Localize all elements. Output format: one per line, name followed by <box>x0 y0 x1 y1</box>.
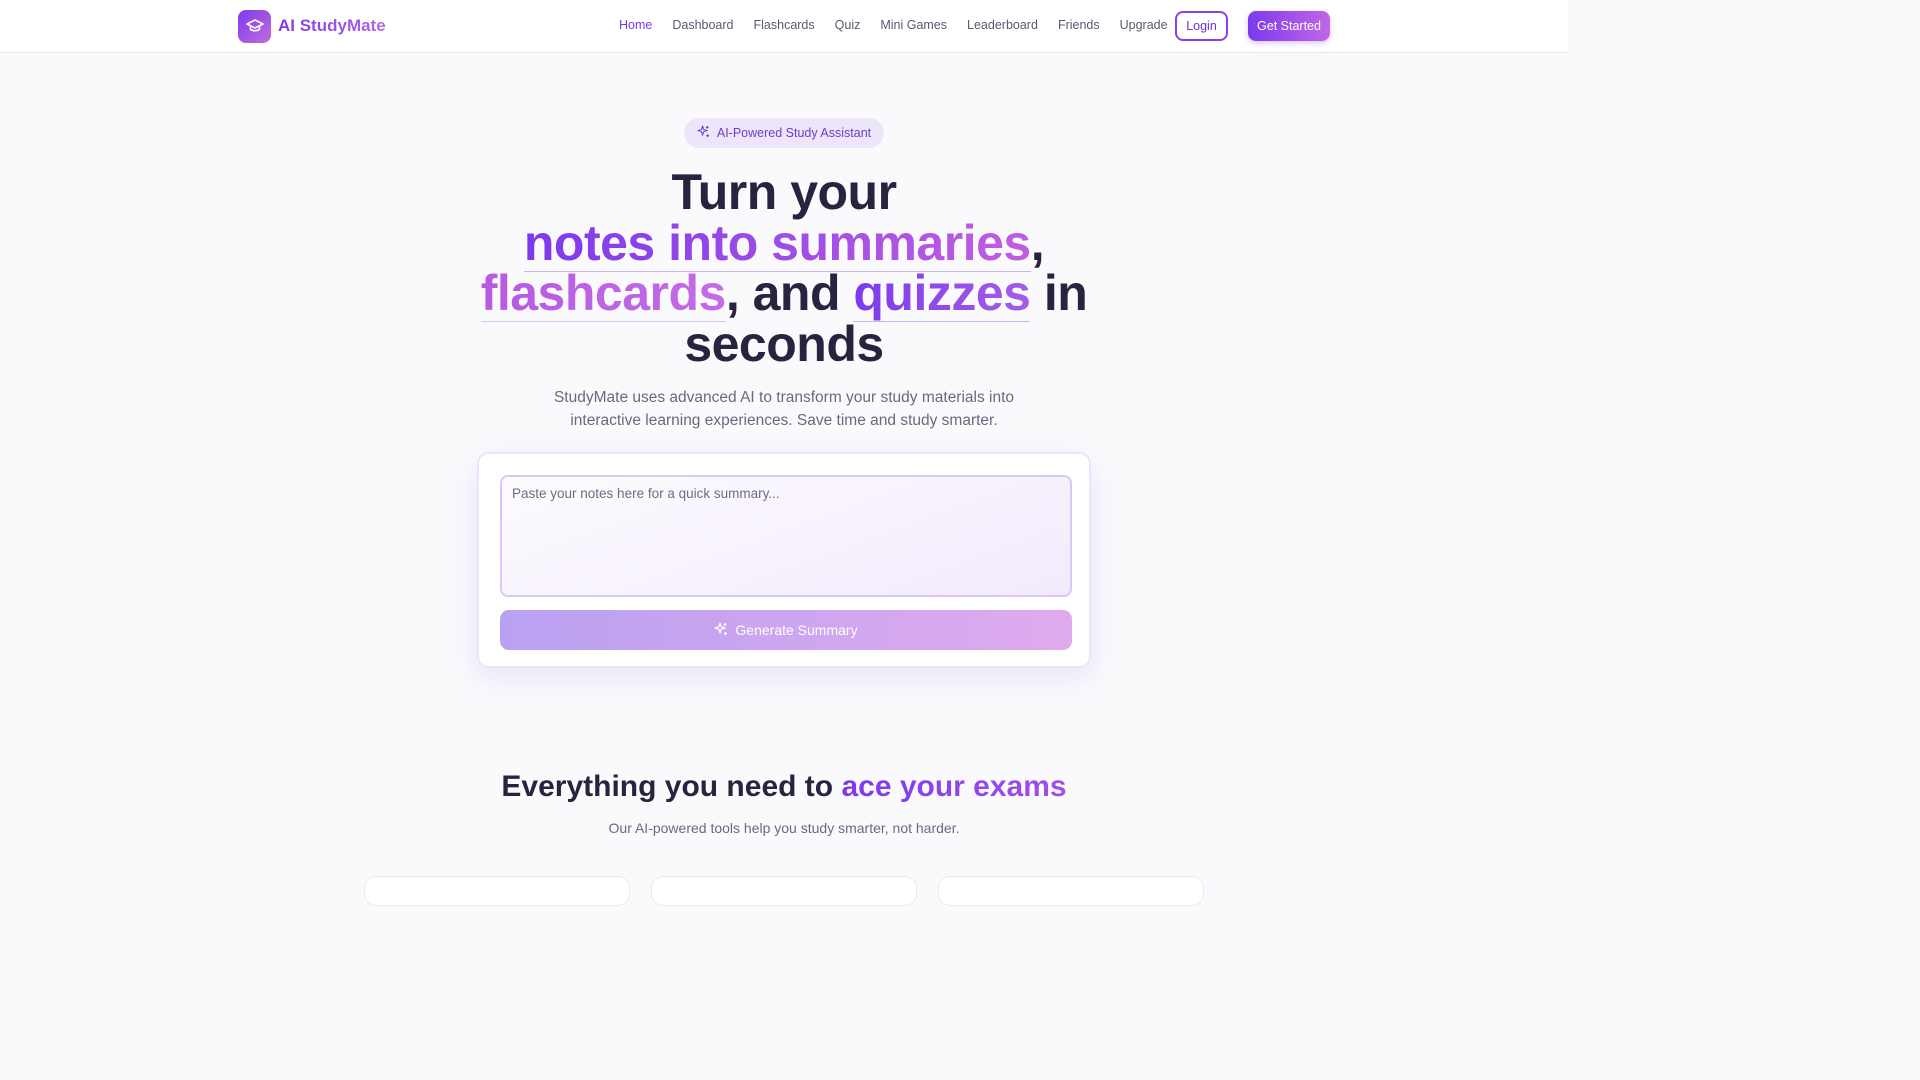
nav-home[interactable]: Home <box>619 18 652 32</box>
brand[interactable]: AI StudyMate <box>238 9 386 43</box>
generate-summary-label: Generate Summary <box>735 622 858 638</box>
features-title: Everything you need to ace your exams <box>0 770 1568 804</box>
features-title-prefix: Everything you need to <box>501 770 842 803</box>
sparkles-icon <box>714 621 728 639</box>
headline-line-4: seconds <box>684 316 884 372</box>
hero-subtitle: StudyMate uses advanced AI to transform … <box>553 389 1015 429</box>
nav-flashcards[interactable]: Flashcards <box>754 18 815 32</box>
top-navbar: AI StudyMate Home Dashboard Flashcards Q… <box>0 0 1568 53</box>
headline-highlight-flashcards: flashcards <box>480 265 726 322</box>
login-button[interactable]: Login <box>1175 11 1228 41</box>
headline-comma: , <box>1030 215 1045 271</box>
feature-card[interactable] <box>364 876 630 906</box>
get-started-button[interactable]: Get Started <box>1248 11 1330 41</box>
feature-card[interactable] <box>938 876 1204 906</box>
headline-line-3: flashcards, and quizzes in <box>0 264 1568 322</box>
features-subtitle: Our AI-powered tools help you study smar… <box>608 820 960 836</box>
headline-highlight-quizzes: quizzes <box>853 265 1031 322</box>
ai-badge-label: AI-Powered Study Assistant <box>716 126 872 140</box>
brand-name: AI StudyMate <box>278 16 386 35</box>
features-title-accent: ace your exams <box>841 770 1067 803</box>
nav-quiz[interactable]: Quiz <box>835 18 861 32</box>
graduation-cap-icon <box>238 9 271 43</box>
nav-friends[interactable]: Friends <box>1058 18 1100 32</box>
main-nav: Home Dashboard Flashcards Quiz Mini Game… <box>619 18 1168 32</box>
nav-mini-games[interactable]: Mini Games <box>880 18 947 32</box>
sparkles-icon <box>697 125 710 141</box>
headline-line-1: Turn your <box>671 164 897 220</box>
ai-badge: AI-Powered Study Assistant <box>684 118 884 148</box>
nav-upgrade[interactable]: Upgrade <box>1120 18 1168 32</box>
headline-in: in <box>1030 265 1088 321</box>
feature-card[interactable] <box>651 876 917 906</box>
notes-input[interactable] <box>500 475 1072 597</box>
headline-and: , and <box>725 265 854 321</box>
nav-dashboard[interactable]: Dashboard <box>672 18 733 32</box>
generate-summary-button[interactable]: Generate Summary <box>500 610 1072 650</box>
nav-leaderboard[interactable]: Leaderboard <box>967 18 1038 32</box>
quick-summary-card: Generate Summary <box>477 452 1091 668</box>
